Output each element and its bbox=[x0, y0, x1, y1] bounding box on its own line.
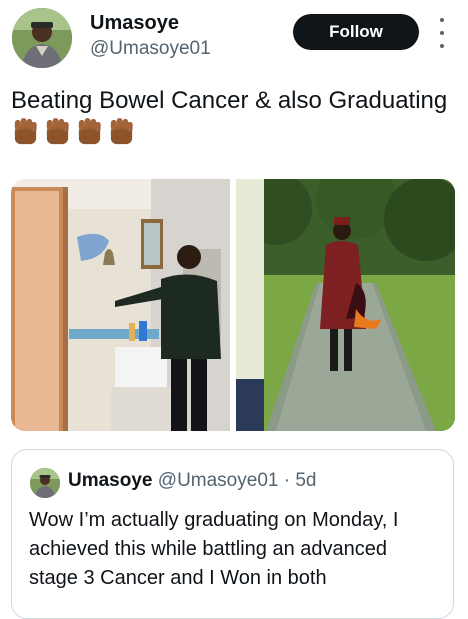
tweet-text: Beating Bowel Cancer & also Graduating bbox=[11, 87, 448, 114]
hospital-bell-photo[interactable] bbox=[11, 179, 230, 431]
quoted-author-name[interactable]: Umasoye bbox=[68, 470, 153, 491]
meta-separator: · bbox=[283, 470, 291, 491]
graduation-walk-photo[interactable] bbox=[236, 179, 455, 431]
tweet-body: Beating Bowel Cancer & also Graduating bbox=[11, 84, 451, 155]
raised-fist-emoji-icon bbox=[11, 117, 139, 155]
tweet-header: Umasoye @Umasoye01 Follow bbox=[0, 0, 468, 80]
quoted-author-handle[interactable]: @Umasoye01 bbox=[158, 470, 279, 491]
quoted-tweet-text: Wow I’m actually graduating on Monday, I… bbox=[29, 509, 399, 589]
more-options-icon[interactable] bbox=[434, 18, 450, 48]
author-name[interactable]: Umasoye bbox=[90, 12, 179, 35]
quoted-tweet-meta: Umasoye @Umasoye01 · 5d bbox=[68, 470, 316, 492]
quoted-author-avatar[interactable] bbox=[30, 468, 60, 498]
author-avatar[interactable] bbox=[12, 8, 72, 68]
quoted-tweet[interactable]: Umasoye @Umasoye01 · 5d Wow I’m actually… bbox=[11, 449, 454, 619]
author-handle[interactable]: @Umasoye01 bbox=[90, 38, 211, 60]
media-grid bbox=[11, 179, 455, 431]
follow-button[interactable]: Follow bbox=[293, 14, 419, 50]
quoted-timestamp[interactable]: 5d bbox=[295, 470, 316, 491]
